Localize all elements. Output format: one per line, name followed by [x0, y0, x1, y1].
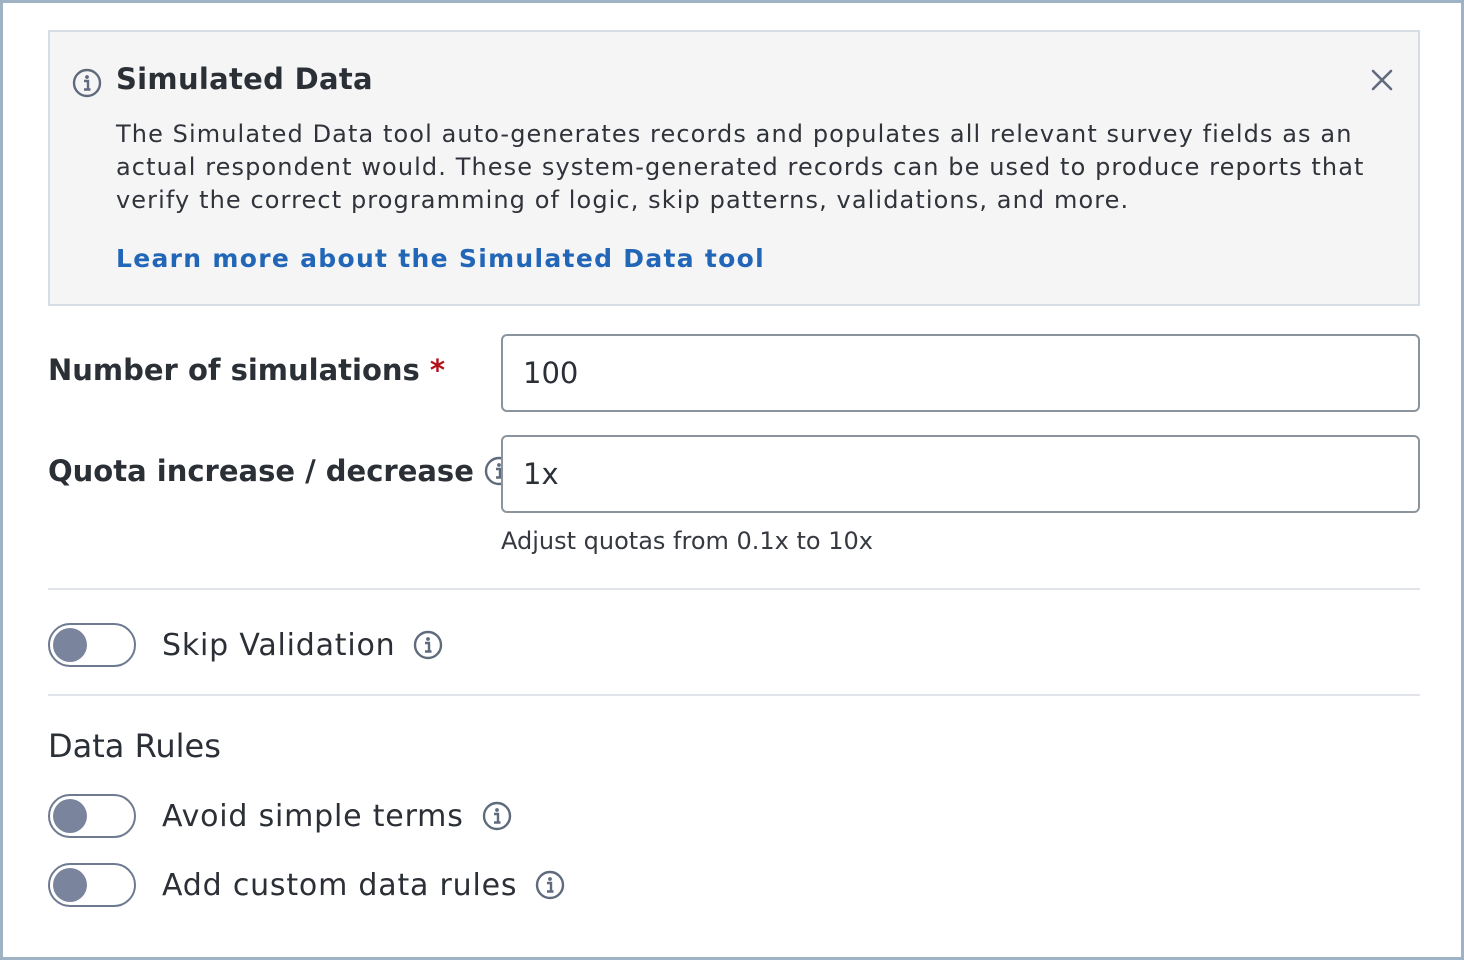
divider — [48, 588, 1420, 590]
learn-more-link[interactable]: Learn more about the Simulated Data tool — [116, 244, 765, 273]
divider — [48, 694, 1420, 696]
simulations-label: Number of simulations * — [48, 353, 445, 387]
quota-label-text: Quota increase / decrease — [48, 454, 474, 488]
data-rules-title: Data Rules — [48, 727, 221, 765]
avoid-simple-terms-row: Avoid simple terms — [48, 794, 512, 838]
simulations-label-text: Number of simulations — [48, 353, 420, 387]
banner-description: The Simulated Data tool auto-generates r… — [116, 120, 1365, 214]
avoid-simple-terms-info-icon[interactable] — [482, 801, 512, 831]
skip-validation-label: Skip Validation — [162, 627, 396, 663]
custom-rules-info-icon[interactable] — [535, 870, 565, 900]
toggle-knob — [53, 628, 87, 662]
toggle-knob — [53, 799, 87, 833]
skip-validation-toggle[interactable] — [48, 623, 136, 667]
simulations-input[interactable] — [501, 334, 1420, 412]
info-banner: Simulated Data The Simulated Data tool a… — [48, 30, 1420, 306]
skip-validation-info-icon[interactable] — [413, 630, 443, 660]
avoid-simple-terms-toggle[interactable] — [48, 794, 136, 838]
skip-validation-row: Skip Validation — [48, 623, 443, 667]
custom-rules-toggle[interactable] — [48, 863, 136, 907]
quota-hint: Adjust quotas from 0.1x to 10x — [501, 527, 873, 555]
quota-label: Quota increase / decrease — [48, 454, 514, 488]
required-asterisk: * — [429, 353, 445, 387]
banner-title: Simulated Data — [116, 62, 373, 96]
toggle-knob — [53, 868, 87, 902]
avoid-simple-terms-label: Avoid simple terms — [162, 798, 464, 834]
info-icon — [72, 68, 102, 102]
custom-rules-label: Add custom data rules — [162, 867, 518, 903]
close-icon[interactable] — [1370, 68, 1394, 92]
custom-rules-row: Add custom data rules — [48, 863, 565, 907]
quota-input[interactable] — [501, 435, 1420, 513]
